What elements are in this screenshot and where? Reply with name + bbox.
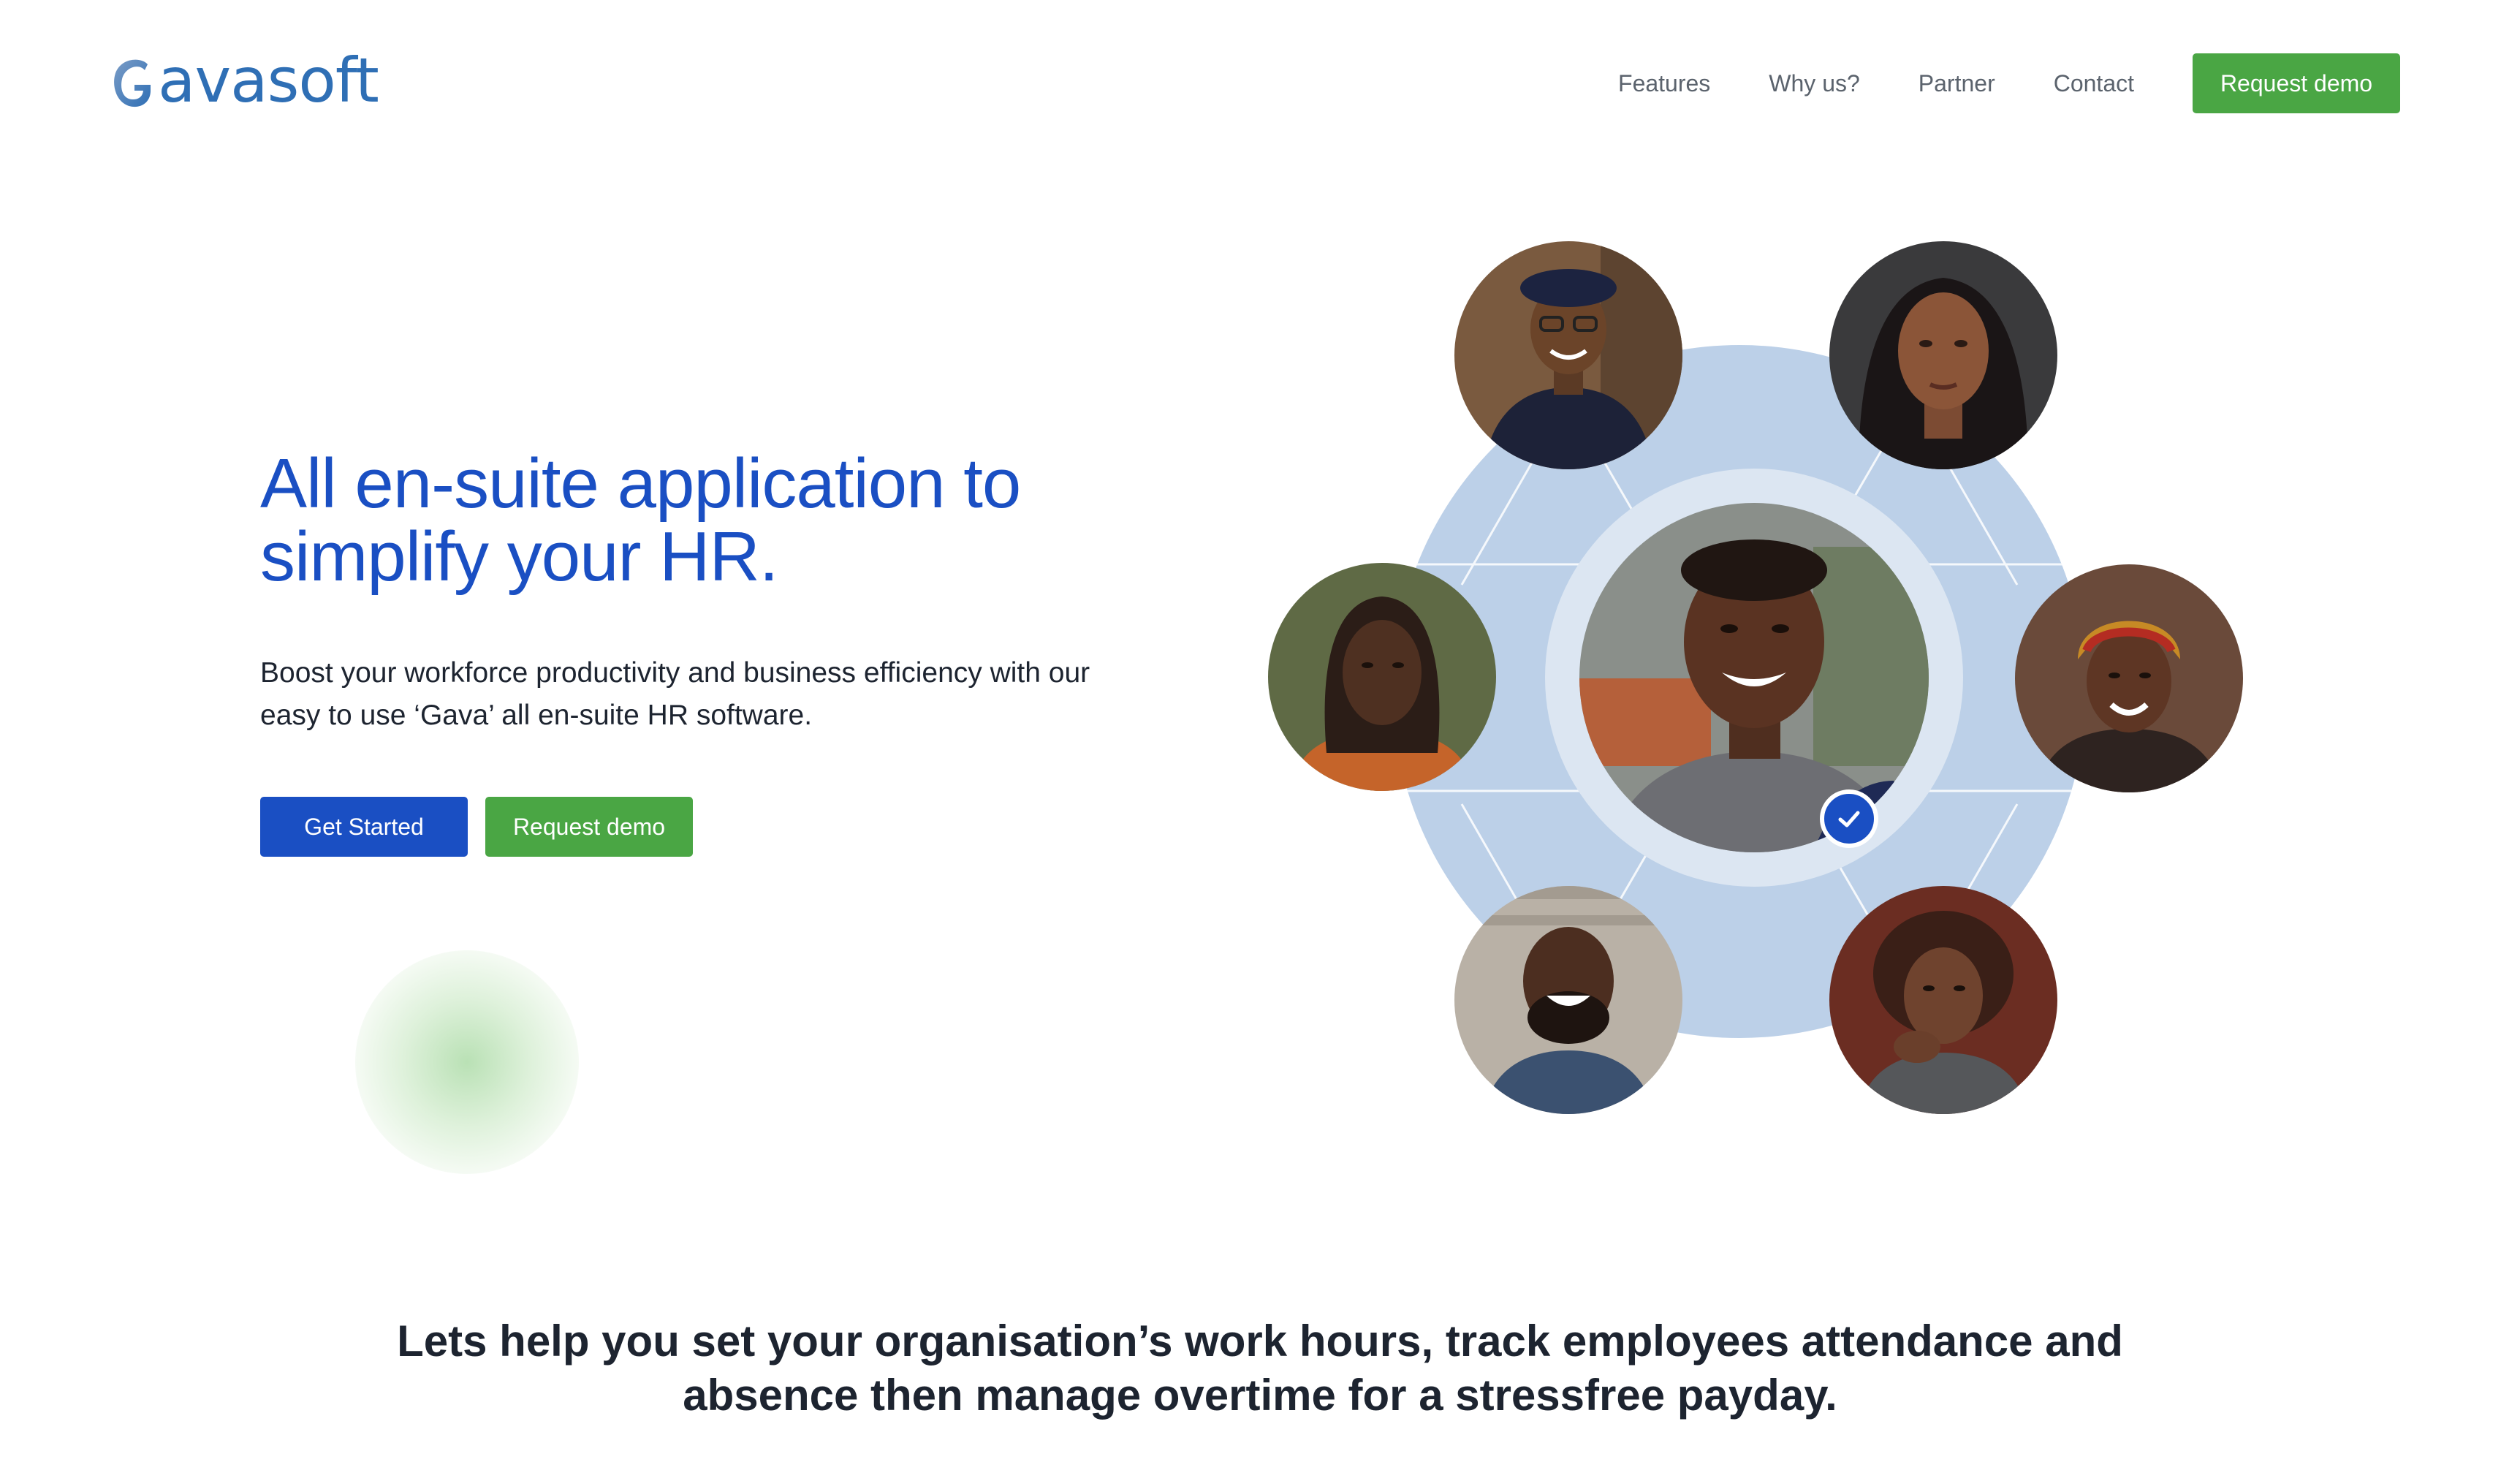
logo-text: avasoft (158, 45, 379, 116)
hero-actions: Get Started Request demo (260, 797, 693, 857)
get-started-button[interactable]: Get Started (260, 797, 468, 857)
avatar-man-beret (1454, 241, 1682, 469)
brand-logo[interactable]: avasoft (110, 45, 379, 115)
nav-item-features[interactable]: Features (1618, 70, 1710, 97)
hero-subtitle: Boost your workforce productivity and bu… (260, 657, 1090, 731)
avatar-woman-headwrap (2015, 564, 2243, 792)
avatar-featured-man (1579, 503, 1929, 852)
logo-g-mark-icon (110, 54, 155, 113)
avatar-woman-thinking (1829, 886, 2057, 1114)
hero-request-demo-button[interactable]: Request demo (485, 797, 693, 857)
nav-item-why-us[interactable]: Why us? (1769, 70, 1859, 97)
section-tagline: Lets help you set your organisation’s wo… (397, 1317, 2123, 1420)
avatar-laughing-man (1454, 886, 1682, 1114)
nav-item-partner[interactable]: Partner (1919, 70, 1995, 97)
avatar-woman-portrait (1829, 241, 2057, 469)
decorative-green-blob (355, 950, 579, 1174)
hero-title: All en-suite application to simplify you… (260, 444, 1021, 596)
main-nav: Features Why us? Partner Contact Request… (1618, 53, 2400, 114)
nav-item-contact[interactable]: Contact (2054, 70, 2134, 97)
avatar-woman-braids (1268, 563, 1496, 791)
nav-request-demo-button[interactable]: Request demo (2193, 53, 2400, 113)
